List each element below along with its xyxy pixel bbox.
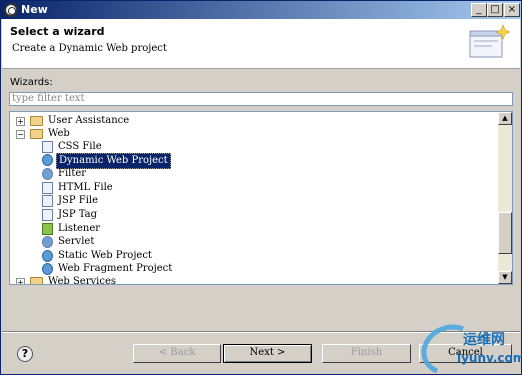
collapse-icon[interactable]: − (16, 130, 25, 139)
eclipse-icon (4, 3, 18, 17)
filter-icon (42, 168, 53, 180)
tree-scrollbar[interactable]: ▲ ▼ (498, 112, 512, 284)
tree-item-servlet[interactable]: Servlet (42, 235, 142, 249)
tree-item-jsp-file[interactable]: JSP File (42, 194, 142, 208)
maximize-button[interactable]: □ (487, 3, 503, 17)
tree-item-web-services[interactable]: + Web Services (14, 275, 134, 285)
tree-item-filter[interactable]: Filter (42, 167, 142, 181)
back-button[interactable]: < Back (133, 344, 221, 363)
tree-item-html-file[interactable]: HTML File (42, 181, 142, 195)
expand-icon[interactable]: + (16, 117, 25, 126)
tree-item-label: Web (48, 128, 70, 139)
tree-item-dynamic-web-project[interactable]: Dynamic Web Project (42, 153, 182, 169)
open-folder-icon (30, 129, 43, 139)
scroll-down-arrow-icon[interactable]: ▼ (498, 271, 512, 284)
new-wizard-dialog: New _ □ × Select a wizard Create a Dynam… (0, 0, 522, 375)
window-title: New (21, 3, 48, 16)
scroll-up-arrow-icon[interactable]: ▲ (498, 112, 512, 125)
tree-item-label: HTML File (58, 182, 113, 193)
tree-item-web[interactable]: − Web (14, 127, 94, 141)
tree-item-label: CSS File (58, 141, 102, 152)
html-file-icon (42, 182, 53, 194)
tree-item-jsp-tag[interactable]: JSP Tag (42, 208, 142, 222)
tree-item-label: Static Web Project (58, 250, 152, 261)
listener-icon (42, 223, 53, 235)
tree-item-user-assistance[interactable]: + User Assistance (14, 114, 134, 128)
jsp-file-icon (42, 195, 53, 207)
web-fragment-project-icon (42, 263, 53, 275)
help-icon[interactable]: ? (17, 346, 33, 362)
tree-item-listener[interactable]: Listener (42, 222, 142, 236)
web-project-icon (42, 154, 53, 166)
close-button[interactable]: × (504, 3, 520, 17)
next-button[interactable]: Next > (223, 344, 312, 363)
wizards-label: Wizards: (10, 77, 53, 88)
tree-item-css-file[interactable]: CSS File (42, 140, 142, 154)
tree-item-label: JSP File (58, 195, 99, 206)
tree-item-label: User Assistance (48, 115, 130, 126)
watermark-logo: 运维网 iyunv.com (414, 316, 522, 375)
scroll-thumb[interactable] (498, 212, 512, 254)
tree-item-label: Servlet (58, 236, 95, 247)
expand-icon[interactable]: + (16, 278, 25, 284)
header-description: Create a Dynamic Web project (12, 43, 167, 54)
minimize-button[interactable]: _ (471, 3, 487, 17)
tree-item-label: Listener (58, 223, 101, 234)
jsp-tag-icon (42, 209, 53, 221)
tree-item-label: JSP Tag (58, 209, 98, 220)
tree-item-label: Web Fragment Project (58, 263, 173, 274)
watermark-brand: 运维网 (463, 332, 505, 348)
wizard-tree[interactable]: + User Assistance − Web CSS File Dynamic… (9, 111, 513, 285)
tree-item-web-fragment-project[interactable]: Web Fragment Project (42, 262, 182, 276)
tree-item-label: Web Services (48, 276, 117, 285)
tree-item-label: Filter (58, 168, 87, 179)
header-title: Select a wizard (10, 25, 105, 38)
title-bar[interactable]: New _ □ × (1, 1, 521, 19)
filter-input[interactable]: type filter text (9, 92, 513, 106)
servlet-icon (42, 236, 53, 248)
watermark-url: iyunv.com (457, 351, 522, 365)
wizard-header: Select a wizard Create a Dynamic Web pro… (2, 19, 520, 69)
css-file-icon (42, 141, 53, 153)
static-web-project-icon (42, 250, 53, 262)
folder-icon (30, 277, 43, 284)
wizard-banner-icon (469, 24, 511, 58)
tree-item-static-web-project[interactable]: Static Web Project (42, 249, 172, 263)
finish-button[interactable]: Finish (322, 344, 411, 363)
folder-icon (30, 116, 43, 126)
